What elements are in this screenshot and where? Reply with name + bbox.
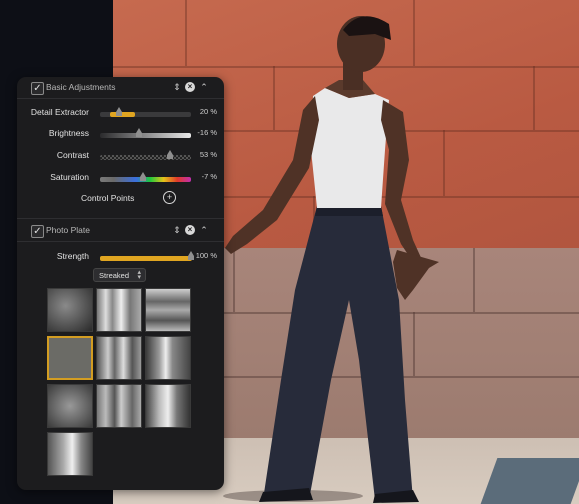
brightness-value: -16 % xyxy=(197,128,217,137)
texture-thumbnail-selected[interactable] xyxy=(47,336,93,380)
texture-thumbnail[interactable] xyxy=(96,288,142,332)
texture-thumbnail[interactable] xyxy=(96,336,142,380)
up-down-arrows-icon[interactable]: ⇕ xyxy=(171,224,183,236)
add-control-point-icon[interactable]: + xyxy=(163,191,176,204)
slider-thumb[interactable] xyxy=(116,107,122,116)
texture-thumbnail[interactable] xyxy=(145,336,191,380)
strength-row: Strength 100 % xyxy=(17,247,224,267)
detail-extractor-row: Detail Extractor 20 % xyxy=(17,103,224,123)
strength-label: Strength xyxy=(56,251,89,261)
photo-plate-checkbox[interactable]: ✓ xyxy=(31,225,44,238)
chevron-up-icon[interactable]: ⌃ xyxy=(198,81,210,93)
photo-plate-header: ✓ Photo Plate ⇕ × ⌃ xyxy=(17,221,224,241)
contrast-row: Contrast 53 % xyxy=(17,146,224,166)
basic-adjustments-header: ✓ Basic Adjustments ⇕ × ⌃ xyxy=(17,78,224,98)
photo-plate-title: Photo Plate xyxy=(46,225,90,235)
adjustments-panel: ✓ Basic Adjustments ⇕ × ⌃ Detail Extract… xyxy=(17,77,224,490)
close-circle-icon[interactable]: × xyxy=(185,225,195,235)
up-down-arrows-icon[interactable]: ⇕ xyxy=(171,81,183,93)
chevron-up-icon[interactable]: ⌃ xyxy=(198,224,210,236)
detail-extractor-slider[interactable] xyxy=(100,107,191,117)
basic-adjustments-checkbox[interactable]: ✓ xyxy=(31,82,44,95)
slider-thumb[interactable] xyxy=(188,251,194,260)
brightness-row: Brightness -16 % xyxy=(17,124,224,144)
texture-thumbnail[interactable] xyxy=(47,432,93,476)
texture-thumbnail[interactable] xyxy=(145,384,191,428)
slider-thumb[interactable] xyxy=(167,150,173,159)
brightness-label: Brightness xyxy=(48,128,89,138)
slider-thumb[interactable] xyxy=(140,172,146,181)
contrast-value: 53 % xyxy=(199,150,217,159)
up-down-arrows-icon: ▴ ▾ xyxy=(137,269,141,281)
texture-thumbnail[interactable] xyxy=(145,288,191,332)
brightness-slider[interactable] xyxy=(100,128,191,138)
mode-dropdown-value: Streaked xyxy=(99,271,130,280)
slider-thumb[interactable] xyxy=(136,128,142,137)
texture-thumbnail[interactable] xyxy=(47,288,93,332)
saturation-label: Saturation xyxy=(50,172,89,182)
detail-extractor-label: Detail Extractor xyxy=(30,107,89,117)
mode-dropdown[interactable]: Streaked ▴ ▾ xyxy=(93,268,146,282)
texture-thumbnail[interactable] xyxy=(96,384,142,428)
control-points-label: Control Points xyxy=(81,193,135,203)
saturation-row: Saturation -7 % xyxy=(17,168,224,188)
saturation-value: -7 % xyxy=(201,172,217,181)
detail-extractor-value: 20 % xyxy=(199,107,217,116)
saturation-slider[interactable] xyxy=(100,172,191,182)
contrast-slider[interactable] xyxy=(100,150,191,160)
strength-slider[interactable] xyxy=(100,251,194,261)
contrast-label: Contrast xyxy=(56,150,89,160)
basic-adjustments-title: Basic Adjustments xyxy=(46,82,116,92)
close-circle-icon[interactable]: × xyxy=(185,82,195,92)
strength-value: 100 % xyxy=(195,251,217,260)
texture-thumbnail[interactable] xyxy=(47,384,93,428)
texture-grid xyxy=(47,288,193,476)
